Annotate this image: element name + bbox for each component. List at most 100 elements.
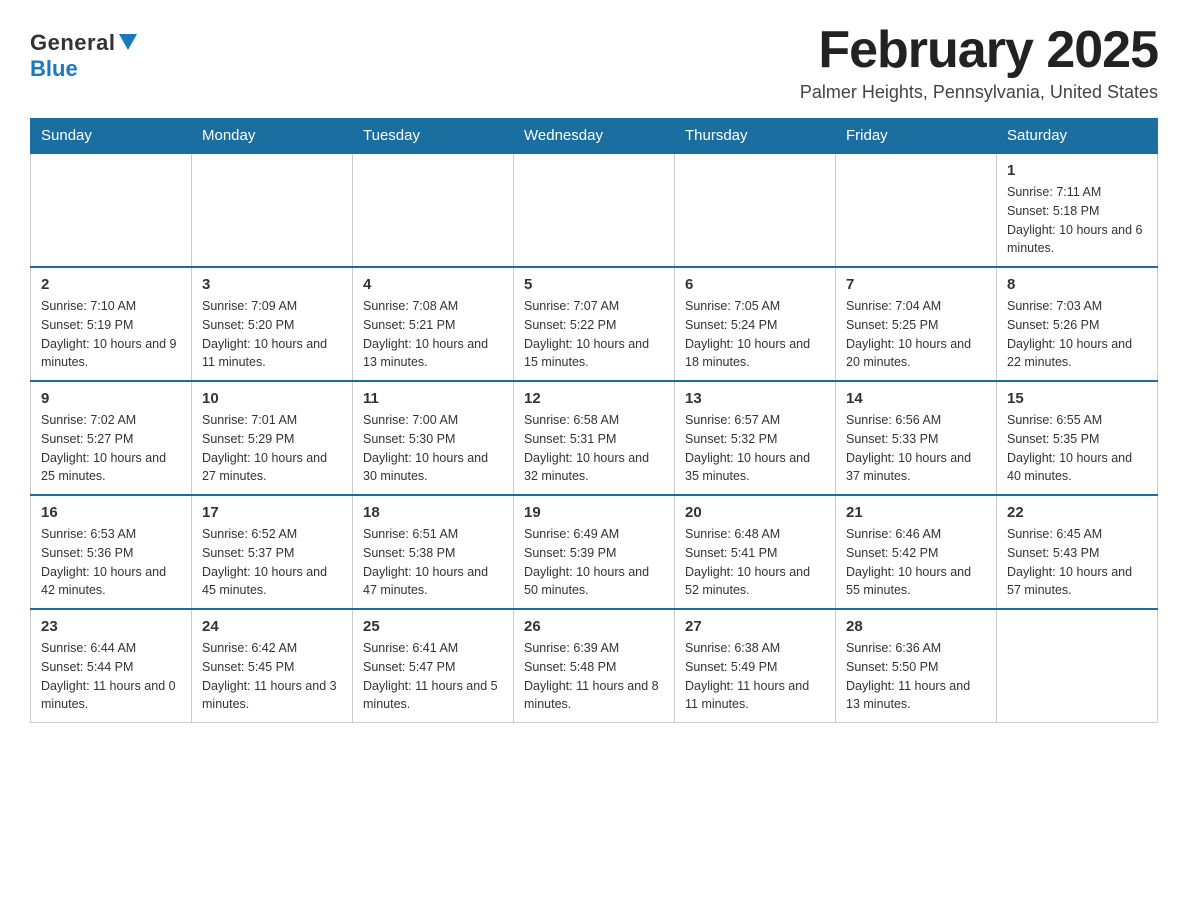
month-title: February 2025 bbox=[800, 20, 1158, 80]
day-number: 10 bbox=[202, 390, 342, 407]
day-info: Sunrise: 6:42 AMSunset: 5:45 PMDaylight:… bbox=[202, 639, 342, 714]
day-info: Sunrise: 6:39 AMSunset: 5:48 PMDaylight:… bbox=[524, 639, 664, 714]
calendar-cell bbox=[192, 153, 353, 267]
logo-blue-text: Blue bbox=[30, 56, 78, 82]
day-info: Sunrise: 7:11 AMSunset: 5:18 PMDaylight:… bbox=[1007, 183, 1147, 258]
day-info: Sunrise: 6:48 AMSunset: 5:41 PMDaylight:… bbox=[685, 525, 825, 600]
day-info: Sunrise: 6:52 AMSunset: 5:37 PMDaylight:… bbox=[202, 525, 342, 600]
day-info: Sunrise: 6:38 AMSunset: 5:49 PMDaylight:… bbox=[685, 639, 825, 714]
title-area: February 2025 Palmer Heights, Pennsylvan… bbox=[800, 20, 1158, 103]
calendar-cell: 26 Sunrise: 6:39 AMSunset: 5:48 PMDayligh… bbox=[514, 609, 675, 723]
day-number: 21 bbox=[846, 504, 986, 521]
calendar-cell: 2 Sunrise: 7:10 AMSunset: 5:19 PMDaylight… bbox=[31, 267, 192, 381]
calendar-cell: 10 Sunrise: 7:01 AMSunset: 5:29 PMDayligh… bbox=[192, 381, 353, 495]
day-info: Sunrise: 7:02 AMSunset: 5:27 PMDaylight:… bbox=[41, 411, 181, 486]
day-number: 18 bbox=[363, 504, 503, 521]
page-header: General Blue February 2025 Palmer Height… bbox=[30, 20, 1158, 103]
day-number: 28 bbox=[846, 618, 986, 635]
calendar-cell bbox=[997, 609, 1158, 723]
day-header-sunday: Sunday bbox=[31, 119, 192, 154]
day-number: 13 bbox=[685, 390, 825, 407]
calendar-cell: 8 Sunrise: 7:03 AMSunset: 5:26 PMDaylight… bbox=[997, 267, 1158, 381]
day-info: Sunrise: 6:58 AMSunset: 5:31 PMDaylight:… bbox=[524, 411, 664, 486]
calendar-cell: 21Sunrise: 6:46 AMSunset: 5:42 PMDayligh… bbox=[836, 495, 997, 609]
calendar-header-row: SundayMondayTuesdayWednesdayThursdayFrid… bbox=[31, 119, 1158, 154]
calendar-cell bbox=[836, 153, 997, 267]
calendar-cell: 19 Sunrise: 6:49 AMSunset: 5:39 PMDayligh… bbox=[514, 495, 675, 609]
calendar-cell: 14 Sunrise: 6:56 AMSunset: 5:33 PMDayligh… bbox=[836, 381, 997, 495]
day-number: 14 bbox=[846, 390, 986, 407]
calendar-week-row: 23Sunrise: 6:44 AMSunset: 5:44 PMDayligh… bbox=[31, 609, 1158, 723]
calendar-cell: 4 Sunrise: 7:08 AMSunset: 5:21 PMDaylight… bbox=[353, 267, 514, 381]
day-info: Sunrise: 6:53 AMSunset: 5:36 PMDaylight:… bbox=[41, 525, 181, 600]
calendar-cell: 24Sunrise: 6:42 AMSunset: 5:45 PMDayligh… bbox=[192, 609, 353, 723]
day-header-wednesday: Wednesday bbox=[514, 119, 675, 154]
day-header-friday: Friday bbox=[836, 119, 997, 154]
calendar-cell bbox=[675, 153, 836, 267]
day-number: 15 bbox=[1007, 390, 1147, 407]
calendar-cell: 15 Sunrise: 6:55 AMSunset: 5:35 PMDayligh… bbox=[997, 381, 1158, 495]
calendar-cell: 17 Sunrise: 6:52 AMSunset: 5:37 PMDayligh… bbox=[192, 495, 353, 609]
calendar-cell: 25Sunrise: 6:41 AMSunset: 5:47 PMDayligh… bbox=[353, 609, 514, 723]
day-number: 3 bbox=[202, 276, 342, 293]
calendar-table: SundayMondayTuesdayWednesdayThursdayFrid… bbox=[30, 118, 1158, 723]
day-header-saturday: Saturday bbox=[997, 119, 1158, 154]
day-info: Sunrise: 7:03 AMSunset: 5:26 PMDaylight:… bbox=[1007, 297, 1147, 372]
day-number: 26 bbox=[524, 618, 664, 635]
day-number: 9 bbox=[41, 390, 181, 407]
day-number: 27 bbox=[685, 618, 825, 635]
day-info: Sunrise: 7:01 AMSunset: 5:29 PMDaylight:… bbox=[202, 411, 342, 486]
calendar-week-row: 1 Sunrise: 7:11 AMSunset: 5:18 PMDaylight… bbox=[31, 153, 1158, 267]
day-info: Sunrise: 7:00 AMSunset: 5:30 PMDaylight:… bbox=[363, 411, 503, 486]
day-number: 1 bbox=[1007, 162, 1147, 179]
calendar-cell: 13 Sunrise: 6:57 AMSunset: 5:32 PMDayligh… bbox=[675, 381, 836, 495]
logo-triangle-icon bbox=[119, 34, 137, 55]
day-info: Sunrise: 6:57 AMSunset: 5:32 PMDaylight:… bbox=[685, 411, 825, 486]
day-info: Sunrise: 6:55 AMSunset: 5:35 PMDaylight:… bbox=[1007, 411, 1147, 486]
day-header-monday: Monday bbox=[192, 119, 353, 154]
day-number: 4 bbox=[363, 276, 503, 293]
calendar-cell: 20 Sunrise: 6:48 AMSunset: 5:41 PMDayligh… bbox=[675, 495, 836, 609]
day-number: 12 bbox=[524, 390, 664, 407]
location-subtitle: Palmer Heights, Pennsylvania, United Sta… bbox=[800, 82, 1158, 103]
calendar-cell: 22 Sunrise: 6:45 AMSunset: 5:43 PMDayligh… bbox=[997, 495, 1158, 609]
day-number: 22 bbox=[1007, 504, 1147, 521]
day-number: 8 bbox=[1007, 276, 1147, 293]
day-number: 7 bbox=[846, 276, 986, 293]
calendar-week-row: 9 Sunrise: 7:02 AMSunset: 5:27 PMDaylight… bbox=[31, 381, 1158, 495]
day-header-thursday: Thursday bbox=[675, 119, 836, 154]
day-info: Sunrise: 6:49 AMSunset: 5:39 PMDaylight:… bbox=[524, 525, 664, 600]
calendar-cell: 1 Sunrise: 7:11 AMSunset: 5:18 PMDaylight… bbox=[997, 153, 1158, 267]
day-info: Sunrise: 6:51 AMSunset: 5:38 PMDaylight:… bbox=[363, 525, 503, 600]
day-info: Sunrise: 6:56 AMSunset: 5:33 PMDaylight:… bbox=[846, 411, 986, 486]
calendar-cell: 7Sunrise: 7:04 AMSunset: 5:25 PMDaylight… bbox=[836, 267, 997, 381]
calendar-cell: 11 Sunrise: 7:00 AMSunset: 5:30 PMDayligh… bbox=[353, 381, 514, 495]
day-number: 5 bbox=[524, 276, 664, 293]
day-number: 23 bbox=[41, 618, 181, 635]
day-number: 2 bbox=[41, 276, 181, 293]
day-info: Sunrise: 7:08 AMSunset: 5:21 PMDaylight:… bbox=[363, 297, 503, 372]
day-info: Sunrise: 7:07 AMSunset: 5:22 PMDaylight:… bbox=[524, 297, 664, 372]
day-number: 19 bbox=[524, 504, 664, 521]
logo: General Blue bbox=[30, 20, 137, 82]
calendar-cell: 18 Sunrise: 6:51 AMSunset: 5:38 PMDayligh… bbox=[353, 495, 514, 609]
calendar-cell: 23Sunrise: 6:44 AMSunset: 5:44 PMDayligh… bbox=[31, 609, 192, 723]
day-info: Sunrise: 7:10 AMSunset: 5:19 PMDaylight:… bbox=[41, 297, 181, 372]
calendar-cell bbox=[514, 153, 675, 267]
day-number: 20 bbox=[685, 504, 825, 521]
calendar-cell bbox=[31, 153, 192, 267]
calendar-week-row: 2 Sunrise: 7:10 AMSunset: 5:19 PMDaylight… bbox=[31, 267, 1158, 381]
logo-general-text: General bbox=[30, 30, 115, 56]
day-number: 11 bbox=[363, 390, 503, 407]
day-info: Sunrise: 6:45 AMSunset: 5:43 PMDaylight:… bbox=[1007, 525, 1147, 600]
calendar-cell: 3Sunrise: 7:09 AMSunset: 5:20 PMDaylight… bbox=[192, 267, 353, 381]
calendar-cell bbox=[353, 153, 514, 267]
day-header-tuesday: Tuesday bbox=[353, 119, 514, 154]
day-info: Sunrise: 6:41 AMSunset: 5:47 PMDaylight:… bbox=[363, 639, 503, 714]
day-info: Sunrise: 7:05 AMSunset: 5:24 PMDaylight:… bbox=[685, 297, 825, 372]
calendar-cell: 9 Sunrise: 7:02 AMSunset: 5:27 PMDaylight… bbox=[31, 381, 192, 495]
calendar-cell: 28Sunrise: 6:36 AMSunset: 5:50 PMDayligh… bbox=[836, 609, 997, 723]
calendar-week-row: 16Sunrise: 6:53 AMSunset: 5:36 PMDayligh… bbox=[31, 495, 1158, 609]
day-number: 17 bbox=[202, 504, 342, 521]
calendar-cell: 27 Sunrise: 6:38 AMSunset: 5:49 PMDayligh… bbox=[675, 609, 836, 723]
